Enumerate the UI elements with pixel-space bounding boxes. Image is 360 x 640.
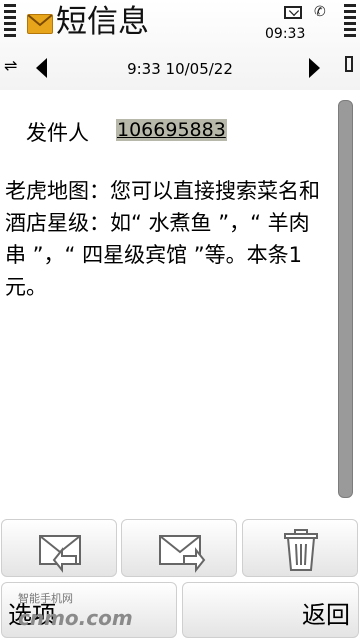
battery-level-icon (344, 4, 356, 46)
message-datetime: 9:33 10/05/22 (127, 60, 233, 78)
delete-button[interactable] (242, 519, 358, 577)
alarm-status-icon: ✆ (314, 4, 326, 20)
reply-button[interactable] (1, 519, 117, 577)
next-message-arrow-icon[interactable] (309, 58, 320, 78)
message-body: 老虎地图：您可以直接搜索菜名和酒店星级：如“ 水煮鱼 ”，“ 羊肉串 ”，“ 四… (5, 179, 320, 299)
watermark-text: 智能手机网 (18, 592, 73, 605)
app-title: 短信息 (56, 4, 149, 40)
messaging-app-icon (27, 14, 53, 34)
forward-button[interactable] (121, 519, 237, 577)
watermark: 智能手机网 cnmo.com (18, 590, 133, 630)
watermark-brand: cnmo.com (18, 606, 133, 630)
sender-number-link[interactable]: 106695883 (116, 119, 227, 141)
reply-mail-icon (39, 535, 81, 573)
signal-strength-icon (4, 4, 16, 46)
battery-icon (345, 56, 353, 72)
back-label: 返回 (302, 601, 350, 629)
status-clock: 09:33 (265, 26, 306, 42)
forward-mail-icon (159, 535, 206, 573)
sender-label: 发件人 (26, 121, 89, 145)
action-toolbar (0, 517, 360, 579)
message-view: 发件人 106695883 老虎地图：您可以直接搜索菜名和酒店星级：如“ 水煮鱼… (0, 90, 360, 515)
header: 短信息 ✆ 09:33 ⇌ 9:33 10/05/22 (0, 0, 360, 90)
back-softkey[interactable]: 返回 (182, 582, 359, 638)
trash-icon (284, 529, 318, 571)
new-message-status-icon (284, 6, 302, 19)
message-navigation-bar: ⇌ 9:33 10/05/22 (0, 52, 360, 86)
message-scrollbar[interactable] (338, 100, 353, 498)
